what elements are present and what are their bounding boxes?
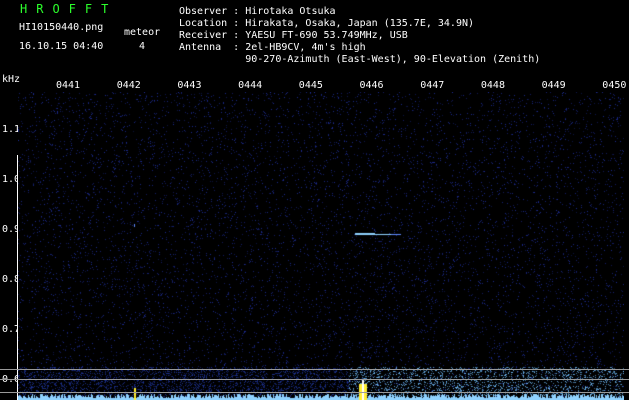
marker-line-lower [0,392,629,393]
filename-label: HI10150440.png [19,22,104,33]
meteor-label: meteor [124,27,161,38]
observer-line: Observer : Hirotaka Otsuka [179,6,336,17]
time-tick-label: 0442 [116,80,141,91]
meteor-count: 4 [139,41,146,52]
time-tick-label: 0448 [480,80,505,91]
time-tick-label: 0449 [541,80,566,91]
time-tick-label: 0450 [602,80,627,91]
timestamp-label: 16.10.15 04:40 [19,41,104,52]
time-tick-label: 0443 [177,80,202,91]
spectrogram-canvas [18,92,624,400]
antenna-orientation-line: 90-270-Azimuth (East-West), 90-Elevation… [179,54,541,65]
location-line: Location : Hirakata, Osaka, Japan (135.7… [179,18,475,29]
antenna-line: Antenna : 2el-HB9CV, 4m's high [179,42,366,53]
hrofft-spectrogram-window: HROFFT HI10150440.png meteor 16.10.15 04… [0,0,629,400]
brand-title: HROFFT [20,2,118,16]
frequency-unit-label: kHz [2,74,21,85]
receiver-line: Receiver : YAESU FT-690 53.749MHz, USB [179,30,408,41]
time-tick-label: 0444 [238,80,263,91]
marker-line-middle [0,379,629,380]
time-tick-label: 0445 [298,80,323,91]
frequency-axis-line [17,155,18,400]
time-tick-label: 0446 [359,80,384,91]
time-tick-label: 0441 [56,80,81,91]
time-tick-label: 0447 [420,80,445,91]
marker-line-upper [0,369,629,370]
